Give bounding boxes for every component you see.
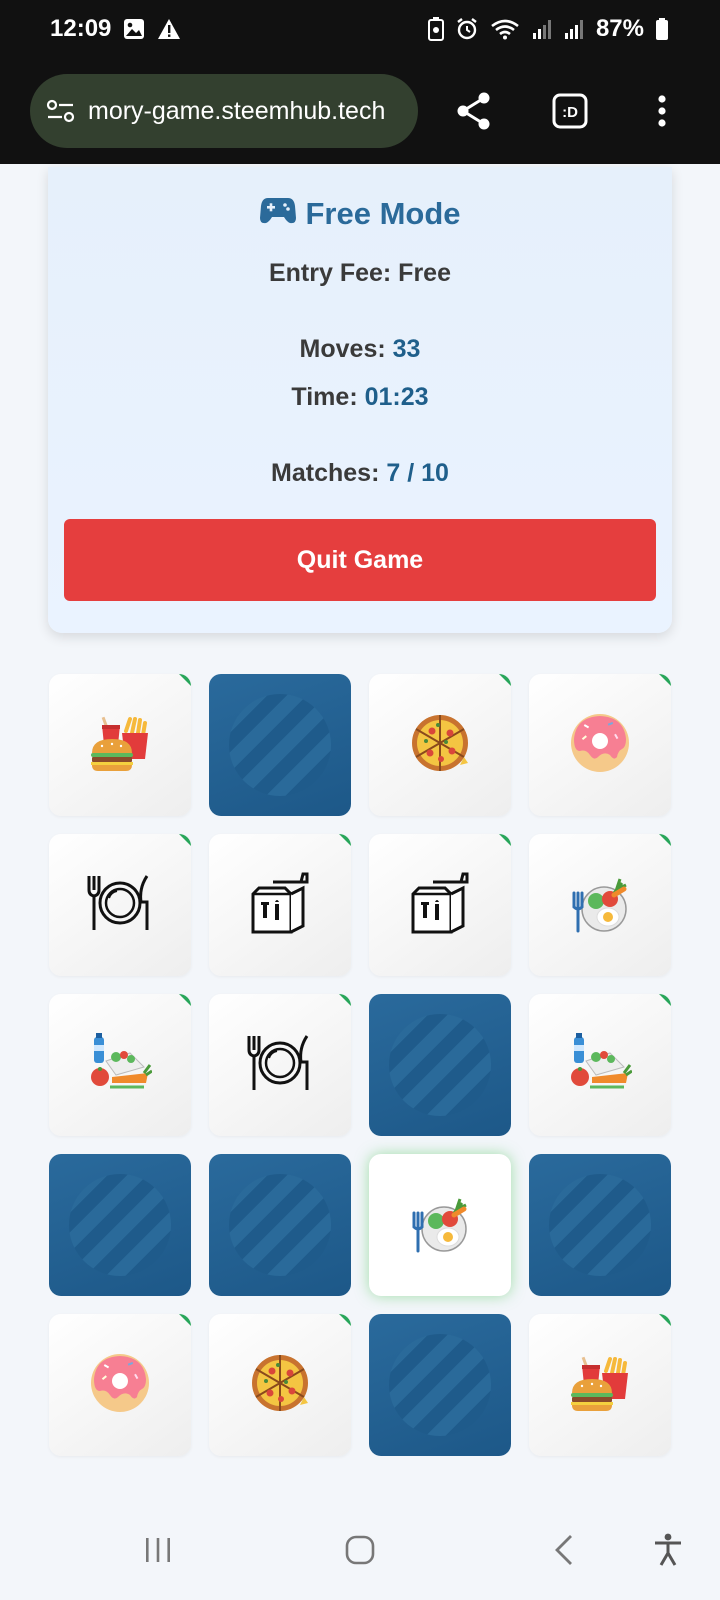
site-settings-icon[interactable] [46, 98, 76, 124]
time-value: 01:23 [364, 383, 429, 411]
matched-marker [179, 994, 191, 1006]
pizza-icon [248, 1351, 312, 1420]
card-tile-1[interactable] [49, 674, 191, 816]
battery-saver-icon [427, 17, 444, 41]
matched-marker [499, 674, 511, 686]
card-tile-17[interactable] [49, 1314, 191, 1456]
salad-bowl-icon [568, 871, 632, 940]
card-back-pattern [549, 1174, 651, 1276]
moves-stat: Moves: 33 [48, 335, 672, 364]
card-tile-8[interactable] [529, 834, 671, 976]
status-right: 87% [427, 15, 668, 43]
wifi-icon [490, 18, 520, 40]
healthy-food-icon [568, 1031, 633, 1100]
matched-marker [179, 1314, 191, 1326]
healthy-food-icon [88, 1031, 153, 1100]
system-nav-bar [0, 1500, 720, 1600]
card-tile-3[interactable] [369, 674, 511, 816]
entry-fee: Entry Fee: Free [268, 259, 451, 287]
card-tile-18[interactable] [209, 1314, 351, 1456]
card-tile-5[interactable] [49, 834, 191, 976]
status-bar: 12:09 87% [0, 0, 720, 58]
pizza-icon [408, 711, 472, 780]
home-icon[interactable] [330, 1520, 390, 1580]
matches-value: 7 / 10 [386, 459, 449, 487]
status-left: 12:09 [50, 15, 181, 43]
card-tile-12[interactable] [529, 994, 671, 1136]
card-back-pattern [229, 1174, 331, 1276]
takeaway-bag-icon [245, 868, 315, 943]
matched-marker [339, 994, 351, 1006]
matched-marker [659, 994, 671, 1006]
status-time: 12:09 [50, 15, 112, 42]
time-label: Time: [291, 383, 358, 411]
matched-marker [659, 674, 671, 686]
gamepad-icon [259, 195, 297, 233]
more-menu-icon[interactable] [634, 81, 690, 141]
plate-cutlery-icon [245, 1028, 315, 1103]
url-text[interactable]: mory-game.steemhub.tech [88, 97, 404, 126]
card-tile-13[interactable] [49, 1154, 191, 1296]
share-icon[interactable] [446, 81, 502, 141]
matched-marker [339, 1314, 351, 1326]
battery-icon [656, 18, 668, 40]
card-tile-2[interactable] [209, 674, 351, 816]
salad-bowl-icon [408, 1191, 472, 1260]
signal-icon-1 [532, 18, 552, 40]
gallery-icon [123, 18, 145, 40]
card-tile-15[interactable] [369, 1154, 511, 1296]
matched-marker [659, 834, 671, 846]
burger-fries-drink-icon [568, 1351, 632, 1420]
card-back-pattern [389, 1014, 491, 1116]
matched-marker [499, 834, 511, 846]
signal-icon-2 [564, 18, 584, 40]
battery-percent: 87% [595, 15, 644, 42]
card-tile-14[interactable] [209, 1154, 351, 1296]
card-back-pattern [389, 1334, 491, 1436]
card-tile-9[interactable] [49, 994, 191, 1136]
matched-marker [179, 674, 191, 686]
matches-stat: Matches: 7 / 10 [48, 459, 672, 488]
quit-game-button[interactable]: Quit Game [64, 519, 656, 601]
tab-switcher-button[interactable]: :D [542, 81, 598, 141]
plate-cutlery-icon [85, 868, 155, 943]
card-tile-6[interactable] [209, 834, 351, 976]
donut-icon [88, 1351, 152, 1420]
card-tile-7[interactable] [369, 834, 511, 976]
donut-icon [568, 711, 632, 780]
matches-label: Matches: [271, 459, 380, 487]
card-tile-11[interactable] [369, 994, 511, 1136]
matched-marker [339, 834, 351, 846]
warning-icon [157, 18, 181, 40]
time-stat: Time: 01:23 [48, 383, 672, 412]
moves-label: Moves: [299, 335, 386, 363]
matched-marker [659, 1314, 671, 1326]
card-tile-10[interactable] [209, 994, 351, 1136]
burger-fries-drink-icon [88, 711, 152, 780]
browser-toolbar: mory-game.steemhub.tech :D [0, 58, 720, 164]
card-tile-20[interactable] [529, 1314, 671, 1456]
card-back-pattern [69, 1174, 171, 1276]
recent-apps-icon[interactable] [128, 1520, 188, 1580]
memory-board [49, 674, 673, 1456]
address-bar[interactable]: mory-game.steemhub.tech [30, 74, 418, 148]
mode-title-text: Free Mode [305, 196, 461, 231]
game-info-card: Free Mode Entry Fee: Free Moves: 33 Time… [48, 167, 672, 633]
moves-value: 33 [392, 335, 421, 363]
alarm-icon [456, 18, 478, 40]
tab-badge-text: :D [562, 104, 578, 121]
card-tile-19[interactable] [369, 1314, 511, 1456]
mode-title: Free Mode [48, 195, 672, 233]
takeaway-bag-icon [405, 868, 475, 943]
back-icon[interactable] [534, 1520, 594, 1580]
card-tile-16[interactable] [529, 1154, 671, 1296]
card-tile-4[interactable] [529, 674, 671, 816]
accessibility-icon[interactable] [638, 1520, 698, 1580]
matched-marker [179, 834, 191, 846]
card-back-pattern [229, 694, 331, 796]
